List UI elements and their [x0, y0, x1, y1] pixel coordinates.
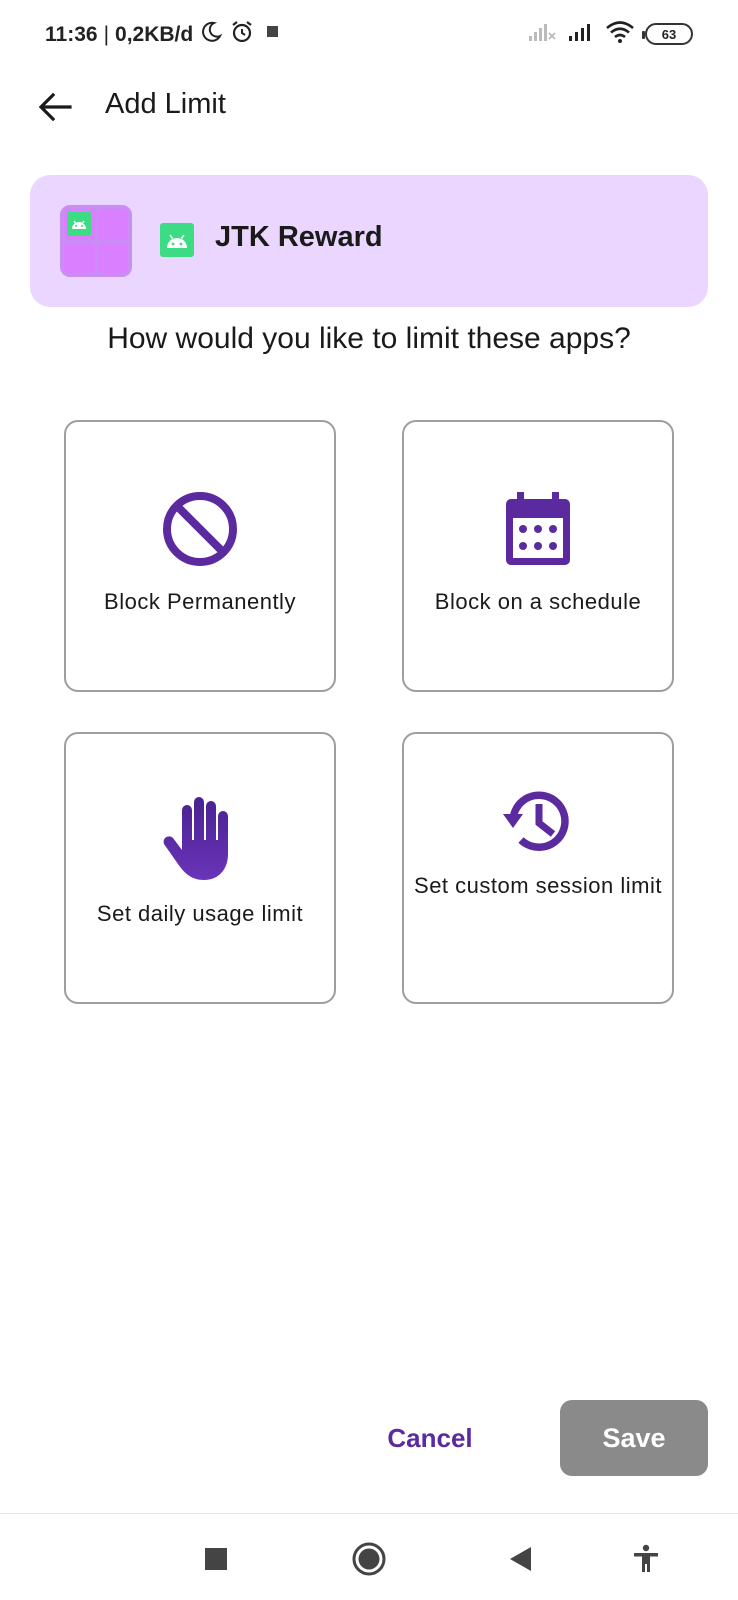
- status-data-rate: 0,2KB/d: [115, 23, 194, 46]
- battery-icon: 63: [642, 23, 693, 45]
- app-grid-icon: [60, 205, 132, 277]
- status-bar: 11:36 | 0,2KB/d 63: [0, 0, 738, 70]
- android-icon: [160, 223, 194, 257]
- option-custom-session-limit[interactable]: Set custom session limit: [402, 732, 674, 1004]
- option-block-permanently[interactable]: Block Permanently: [64, 420, 336, 692]
- calendar-icon: [506, 492, 570, 565]
- history-icon: [503, 791, 569, 851]
- moon-icon: [199, 20, 223, 50]
- grid-cell: [97, 242, 128, 273]
- notification-square-icon: [261, 20, 285, 50]
- back-triangle-icon: [510, 1547, 531, 1571]
- battery-level: 63: [661, 26, 677, 42]
- accessibility-icon: [634, 1544, 658, 1572]
- home-button[interactable]: [344, 1534, 394, 1584]
- option-block-schedule[interactable]: Block on a schedule: [402, 420, 674, 692]
- block-icon: [163, 492, 237, 566]
- recents-square-icon: [205, 1548, 227, 1570]
- alarm-icon: [229, 19, 255, 51]
- option-label: Block on a schedule: [434, 589, 642, 614]
- arrow-back-icon: [38, 92, 72, 122]
- recents-button[interactable]: [191, 1534, 241, 1584]
- wifi-icon: [605, 20, 635, 49]
- status-right: 63: [527, 18, 693, 50]
- cancel-button[interactable]: Cancel: [370, 1400, 490, 1476]
- option-label: Set daily usage limit: [96, 901, 304, 926]
- signal-no-sim-icon: [527, 21, 557, 48]
- android-icon: [67, 212, 91, 236]
- option-label: Block Permanently: [104, 589, 296, 614]
- option-label: Set custom session limit: [414, 873, 662, 898]
- grid-cell: [64, 209, 95, 240]
- system-nav-bar: [0, 1513, 738, 1600]
- status-separator: |: [103, 23, 110, 46]
- signal-icon: [567, 21, 595, 48]
- app-bar: Add Limit: [0, 70, 738, 146]
- status-time: 11:36: [45, 23, 98, 46]
- home-circle-icon: [352, 1542, 386, 1576]
- accessibility-button[interactable]: [621, 1534, 671, 1584]
- back-button[interactable]: [30, 82, 80, 132]
- app-name: JTK Reward: [215, 221, 383, 253]
- status-left: 11:36 | 0,2KB/d: [45, 20, 285, 50]
- save-button[interactable]: Save: [560, 1400, 708, 1476]
- page-title: Add Limit: [105, 88, 226, 120]
- hand-icon: [163, 797, 228, 880]
- option-daily-usage-limit[interactable]: Set daily usage limit: [64, 732, 336, 1004]
- selected-apps-card: JTK Reward: [30, 175, 708, 307]
- grid-cell: [64, 242, 95, 273]
- limit-question: How would you like to limit these apps?: [107, 322, 631, 355]
- grid-cell: [97, 209, 128, 240]
- back-nav-button[interactable]: [495, 1534, 545, 1584]
